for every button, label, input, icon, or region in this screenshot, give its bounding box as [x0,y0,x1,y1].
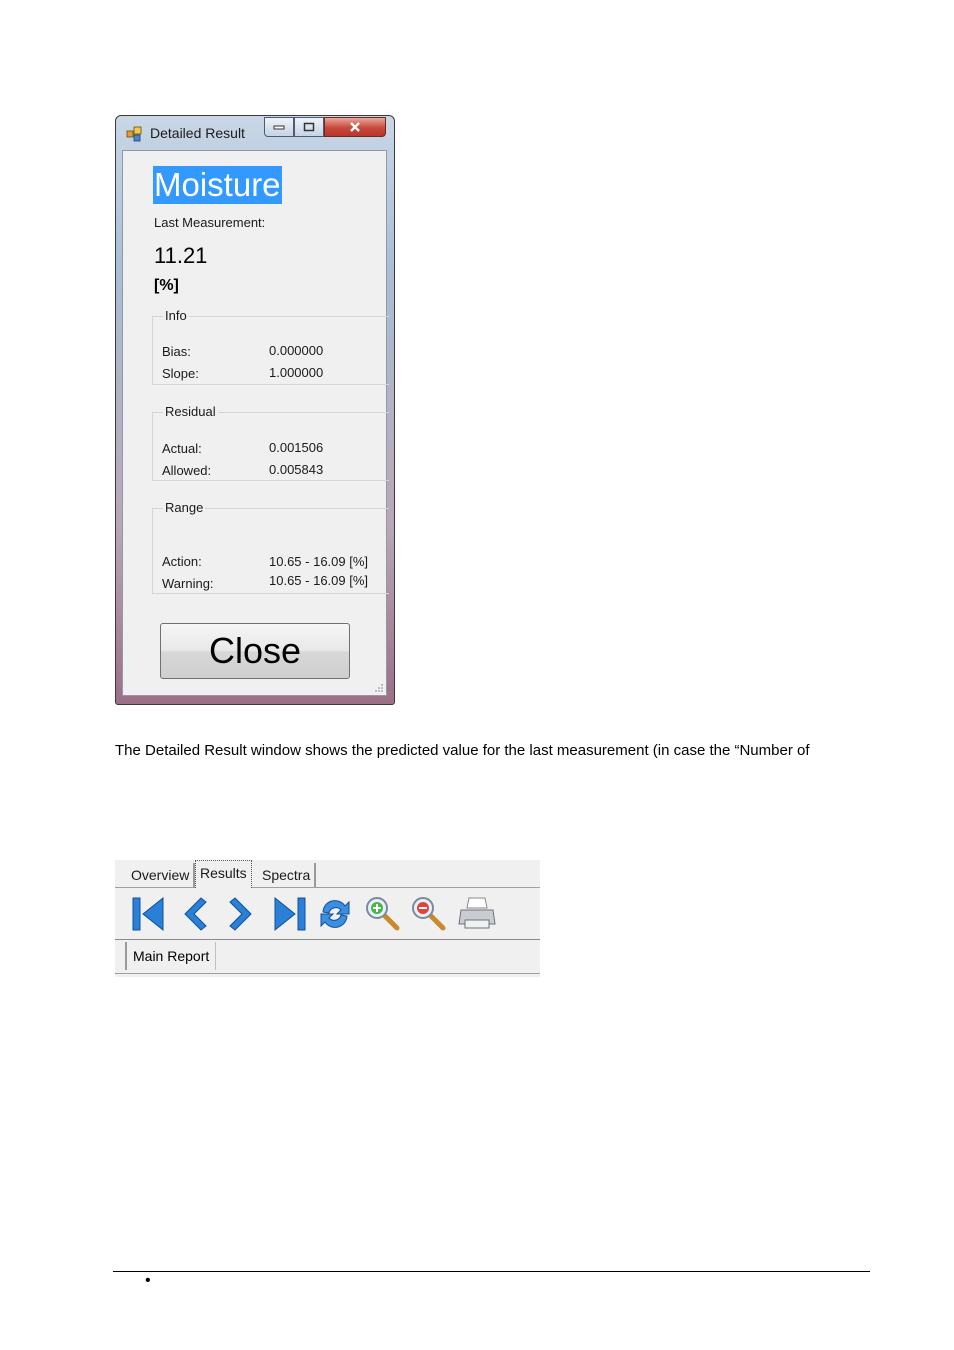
previous-page-icon[interactable] [175,894,215,934]
report-toolbar: Overview Results Spectra Main Report [115,860,540,977]
warning-value: 10.65 - 16.09 [%] [269,573,369,588]
resize-grip-icon[interactable] [374,683,384,693]
last-measurement-label: Last Measurement: [154,215,266,230]
minimize-button[interactable] [264,117,294,137]
zoom-in-icon[interactable] [363,894,403,934]
tab-results[interactable]: Results [195,860,252,888]
range-group: Range Action: 10.65 - 16.09 [%] Warning:… [152,500,389,594]
toolbar-bottom-border [115,973,540,974]
info-group-title: Info [163,308,189,323]
tab-spectra[interactable]: Spectra [258,863,317,887]
residual-group: Residual Actual: 0.001506 Allowed: 0.005… [152,404,389,481]
bias-label: Bias: [162,344,191,359]
tab-strip: Overview Results Spectra [115,860,540,888]
close-button[interactable]: Close [160,623,350,679]
detailed-result-window: Detailed Result Moisture Last Measuremen… [115,115,395,705]
action-value: 10.65 - 16.09 [%] [269,554,369,569]
toolbar-divider [115,939,540,940]
next-page-icon[interactable] [221,894,261,934]
refresh-icon[interactable] [315,894,355,934]
first-page-icon[interactable] [129,894,169,934]
residual-group-title: Residual [163,404,218,419]
tab-overview[interactable]: Overview [127,863,196,887]
slope-label: Slope: [162,366,199,381]
last-measurement-value: 11.21 [154,243,208,268]
action-label: Action: [162,554,202,569]
description-paragraph: The Detailed Result window shows the pre… [115,742,810,759]
bias-value: 0.000000 [269,343,324,358]
tab-main-report[interactable]: Main Report [125,942,217,970]
allowed-value: 0.005843 [269,462,324,477]
title-bar[interactable]: Detailed Result [116,116,394,150]
minimize-icon [273,125,285,130]
warning-label: Warning: [162,576,214,591]
last-page-icon[interactable] [269,894,309,934]
unit-label: [%] [154,277,179,294]
footer-rule [113,1271,870,1272]
component-name: Moisture [153,166,282,204]
slope-value: 1.000000 [269,365,324,380]
zoom-out-icon[interactable] [409,894,449,934]
maximize-button[interactable] [294,117,324,137]
range-group-title: Range [163,500,206,515]
app-icon [126,126,142,142]
actual-value: 0.001506 [269,440,324,455]
window-title: Detailed Result [150,125,245,141]
dialog-body: Moisture Last Measurement: 11.21 [%] Inf… [122,150,389,696]
close-window-button[interactable] [324,117,386,137]
info-group: Info Bias: 0.000000 Slope: 1.000000 [152,308,389,385]
footer-bullet: • [145,1272,151,1289]
print-icon[interactable] [457,894,497,934]
close-icon [350,122,360,132]
allowed-label: Allowed: [162,463,212,478]
actual-label: Actual: [162,441,202,456]
maximize-icon [303,122,315,132]
